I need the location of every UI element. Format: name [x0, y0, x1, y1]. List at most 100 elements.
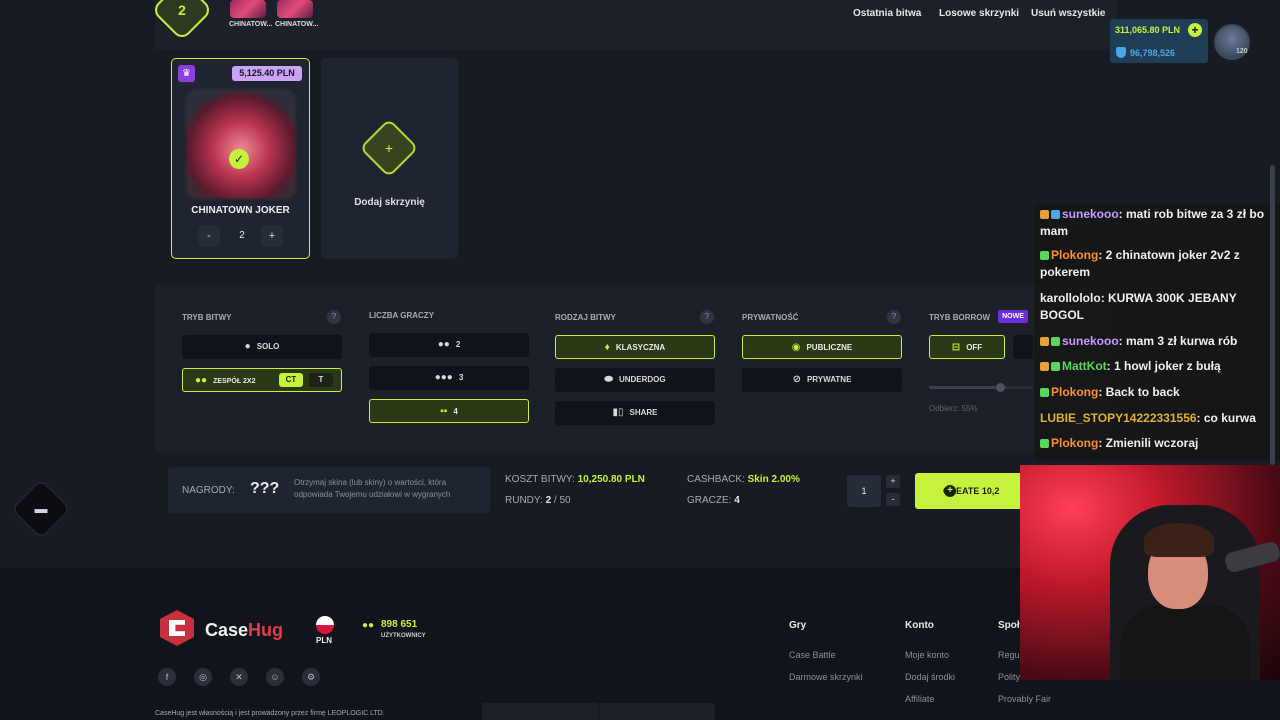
cashback-value: Skin 2.00%: [747, 474, 800, 485]
steam-icon[interactable]: ⚙: [302, 668, 320, 686]
chat-button[interactable]: ▬: [11, 479, 71, 539]
help-icon[interactable]: ?: [327, 310, 341, 324]
x-icon[interactable]: ✕: [230, 668, 248, 686]
solo-option[interactable]: ● SOLO: [182, 335, 342, 359]
help-icon[interactable]: ?: [887, 310, 901, 324]
badge-icon: [1040, 210, 1049, 219]
chat-message: Plokong: Back to back: [1040, 384, 1276, 401]
create-battle-button[interactable]: + CREATE 10,2: [915, 473, 1035, 509]
players-option-3[interactable]: ●●● 3: [369, 366, 529, 390]
footer-link[interactable]: Provably Fair: [998, 694, 1051, 704]
top-bar: 2 CHINATOW... CHINATOW... Ostatnia bitwa…: [150, 0, 1117, 50]
facebook-icon[interactable]: f: [158, 668, 176, 686]
currency-label: PLN: [316, 636, 332, 645]
badge-icon: [1040, 388, 1049, 397]
user-icon: ●: [244, 341, 251, 352]
footer-col-title: Gry: [789, 620, 807, 631]
balance-value: 311,065.80 PLN: [1115, 25, 1181, 35]
chat-message: Plokong: 2 chinatown joker 2v2 z pokerem: [1040, 248, 1240, 279]
remove-all-link[interactable]: Usuń wszystkie: [1031, 8, 1105, 19]
rounds-label: RUNDY: 2 / 50: [505, 495, 571, 506]
quantity-value: 2: [239, 230, 245, 241]
footer-link[interactable]: Regu: [998, 650, 1020, 660]
scrollbar[interactable]: [1270, 165, 1275, 465]
add-case-label: Dodaj skrzynię: [354, 197, 425, 208]
classic-option[interactable]: ♦ KLASYCZNA: [555, 335, 715, 359]
logo-text[interactable]: CaseHug: [205, 620, 283, 641]
users-icon: ▪▪: [440, 406, 448, 417]
battle-type-title: RODZAJ BITWY: [555, 313, 616, 322]
last-battle-link[interactable]: Ostatnia bitwa: [853, 8, 921, 19]
chat-message: MattKot: 1 howl joker z bułą: [1040, 358, 1276, 375]
badge-icon: [1051, 362, 1060, 371]
store-button[interactable]: [599, 703, 715, 720]
bandage-icon: ⬬: [604, 374, 613, 385]
share-icon: ▮▯: [612, 407, 624, 418]
footer-link[interactable]: Case Battle: [789, 650, 836, 660]
plus-icon: +: [359, 118, 419, 178]
public-option[interactable]: ◉ PUBLICZNE: [742, 335, 902, 359]
players-option-2[interactable]: ●● 2: [369, 333, 529, 357]
badge-icon: [1051, 337, 1060, 346]
crown-icon: [1040, 362, 1049, 371]
round-badge: 2: [150, 0, 214, 42]
count-increase-button[interactable]: +: [886, 475, 900, 488]
badge-icon: [1040, 251, 1049, 260]
battle-mode-title: TRYB BITWY: [182, 313, 232, 322]
case-thumbnail[interactable]: [277, 0, 313, 18]
flag-icon[interactable]: [316, 616, 334, 634]
ct-toggle[interactable]: CT: [279, 373, 303, 387]
share-option[interactable]: ▮▯ SHARE: [555, 401, 715, 425]
help-icon[interactable]: ?: [700, 310, 714, 324]
flame-icon: ♦: [604, 342, 610, 353]
decrease-button[interactable]: -: [198, 225, 220, 247]
add-funds-button[interactable]: +: [1188, 23, 1202, 37]
chat-message: karollololo: KURWA 300K JEBANY BOGOL: [1040, 291, 1237, 322]
footer-col-title: Konto: [905, 620, 934, 631]
borrow-title: TRYB BORROW: [929, 313, 991, 322]
instagram-icon[interactable]: ◎: [194, 668, 212, 686]
footer-link[interactable]: Moje konto: [905, 650, 949, 660]
users-icon: ●●: [437, 339, 450, 350]
t-toggle[interactable]: T: [309, 373, 333, 387]
eye-icon: ◉: [791, 342, 801, 353]
borrow-toggle[interactable]: ⊟ OFF: [929, 335, 1005, 359]
rewards-panel: NAGRODY: ??? Otrzymaj skina (lub skiny) …: [168, 467, 490, 513]
store-button[interactable]: [482, 703, 598, 720]
count-decrease-button[interactable]: -: [886, 493, 900, 506]
cost-value: 10,250.80 PLN: [577, 474, 645, 485]
footer-link[interactable]: Dodaj środki: [905, 672, 955, 682]
quantity-stepper: - 2 +: [198, 225, 286, 249]
case-name: CHINATOWN JOKER: [191, 205, 290, 216]
players-option-4[interactable]: ▪▪ 4: [369, 399, 529, 423]
players-count-value: 4: [734, 495, 740, 506]
new-badge: NOWE: [998, 310, 1028, 323]
underdog-option[interactable]: ⬬ UNDERDOG: [555, 368, 715, 392]
case-thumbnail[interactable]: [230, 0, 266, 18]
webcam-overlay: [1020, 465, 1280, 680]
borrow-toggle-alt[interactable]: [1013, 335, 1033, 359]
copyright: CaseHug jest własnością i jest prowadzon…: [155, 710, 385, 717]
private-option[interactable]: ⊘ PRYWATNE: [742, 368, 902, 392]
wallet-panel: 311,065.80 PLN + 96,798,526: [1110, 19, 1208, 63]
borrow-slider-fill: [929, 386, 1001, 389]
random-cases-link[interactable]: Losowe skrzynki: [939, 8, 1019, 19]
stream-chat: sunekooo: mati rob bitwe za 3 zł bo mam …: [1034, 204, 1280, 460]
footer-link[interactable]: Affiliate: [905, 694, 934, 704]
privacy-title: PRYWATNOŚĆ: [742, 313, 799, 322]
footer-link[interactable]: Darmowe skrzynki: [789, 672, 863, 682]
slider-handle[interactable]: [996, 383, 1005, 392]
cashback-label: CASHBACK: Skin 2.00%: [687, 474, 800, 485]
footer-col-title: Społ: [998, 620, 1020, 631]
users-count: 898 651: [381, 619, 418, 630]
chat-message: LUBIE_STOPY14222331556: co kurwa: [1040, 411, 1256, 425]
case-card[interactable]: ♛ 5,125.40 PLN ✓ CHINATOWN JOKER - 2 +: [171, 58, 310, 259]
badge-icon: [1040, 439, 1049, 448]
add-case-card[interactable]: + Dodaj skrzynię: [321, 58, 458, 259]
chat-message: sunekooo: mam 3 zł kurwa rób: [1040, 333, 1276, 350]
chat-message: Plokong: Zmienili wczoraj: [1040, 435, 1276, 452]
discord-icon[interactable]: ☺: [266, 668, 284, 686]
increase-button[interactable]: +: [261, 225, 283, 247]
battle-count-input[interactable]: 1: [847, 475, 881, 507]
team-option[interactable]: ●● ZESPÓŁ 2X2 CT T: [182, 368, 342, 392]
